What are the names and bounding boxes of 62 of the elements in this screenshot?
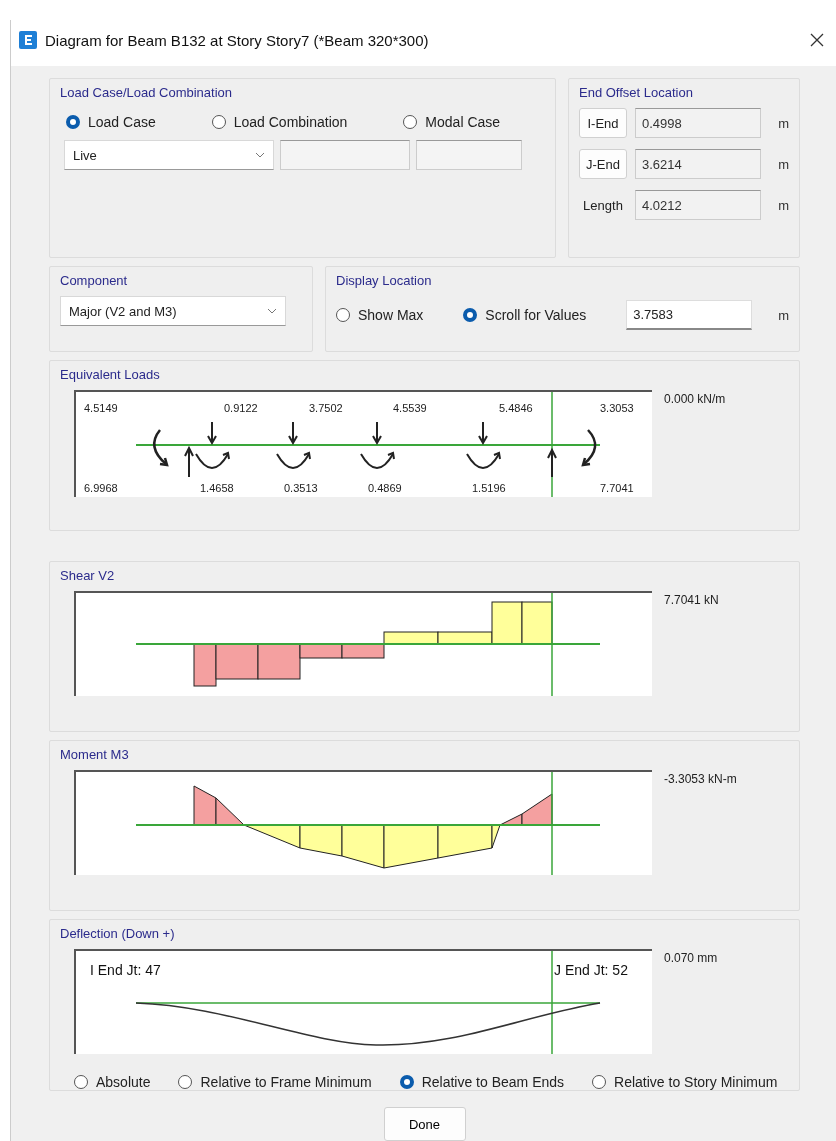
max-value: -3.3053 kN-m bbox=[664, 771, 737, 788]
load-value: 7.7041 bbox=[600, 482, 634, 494]
unit-label: m bbox=[778, 156, 789, 172]
unit-label: m bbox=[778, 115, 789, 131]
group-title: End Offset Location bbox=[579, 85, 693, 100]
joint-label: I End Jt: 47 bbox=[90, 962, 161, 978]
moment-arrow-icon bbox=[581, 429, 597, 467]
load-value: 0.9122 bbox=[224, 402, 258, 414]
radio-option[interactable]: Load Combination bbox=[211, 114, 348, 130]
group-title: Display Location bbox=[336, 273, 432, 288]
offset-field[interactable]: 0.4998 bbox=[635, 108, 761, 138]
load-value: 0.3513 bbox=[284, 482, 318, 494]
load-arrow-icon bbox=[360, 421, 395, 469]
radio-option[interactable]: Relative to Beam Ends bbox=[399, 1074, 565, 1090]
unit-label: m bbox=[778, 307, 789, 323]
radio-option[interactable]: Modal Case bbox=[403, 114, 501, 130]
chevron-down-icon bbox=[255, 152, 265, 158]
group-title: Moment M3 bbox=[60, 747, 129, 762]
radio-option[interactable]: Relative to Frame Minimum bbox=[178, 1074, 372, 1090]
chevron-down-icon bbox=[267, 308, 277, 314]
radio-option[interactable]: Relative to Story Minimum bbox=[592, 1074, 778, 1090]
load-value: 3.3053 bbox=[600, 402, 634, 414]
max-value: 0.000 kN/m bbox=[664, 391, 726, 408]
load-value: 1.5196 bbox=[472, 482, 506, 494]
moment-arrow-icon bbox=[153, 429, 169, 467]
group-title: Equivalent Loads bbox=[60, 367, 160, 382]
end-button[interactable]: J-End bbox=[579, 149, 627, 179]
close-icon[interactable] bbox=[810, 33, 824, 47]
group-title: Component bbox=[60, 273, 128, 288]
group-title: Deflection (Down +) bbox=[60, 926, 175, 941]
load-arrow-icon bbox=[466, 421, 501, 469]
load-value: 0.4869 bbox=[368, 482, 402, 494]
load-value: 5.4846 bbox=[499, 402, 533, 414]
load-value: 1.4658 bbox=[200, 482, 234, 494]
joint-label: J End Jt: 52 bbox=[554, 962, 628, 978]
load-case-dropdown[interactable]: Live bbox=[64, 140, 274, 170]
offset-field[interactable]: 4.0212 bbox=[635, 190, 761, 220]
done-button[interactable]: Done bbox=[383, 1107, 466, 1141]
load-arrow-icon bbox=[195, 421, 230, 469]
window-title: Diagram for Beam B132 at Story Story7 (*Beam 320*300) bbox=[45, 31, 430, 49]
offset-field[interactable]: 3.6214 bbox=[635, 149, 761, 179]
reaction-arrow-icon bbox=[547, 447, 557, 478]
location-input[interactable]: 3.7583 bbox=[626, 300, 753, 330]
load-value: 4.5149 bbox=[84, 402, 118, 414]
radio-option[interactable]: Load Case bbox=[66, 114, 156, 130]
group-title: Load Case/Load Combination bbox=[60, 85, 232, 100]
field-label: Length bbox=[582, 197, 624, 213]
end-button[interactable]: I-End bbox=[579, 108, 627, 138]
load-value: 6.9968 bbox=[84, 482, 118, 494]
reaction-arrow-icon bbox=[184, 445, 194, 478]
radio-option[interactable]: Show Max bbox=[336, 307, 424, 323]
component-dropdown[interactable]: Major (V2 and M3) bbox=[60, 296, 286, 326]
load-value: 4.5539 bbox=[393, 402, 427, 414]
radio-option[interactable]: Absolute bbox=[74, 1074, 151, 1090]
max-value: 0.070 mm bbox=[664, 950, 718, 967]
app-logo-icon bbox=[19, 31, 37, 49]
radio-option[interactable]: Scroll for Values bbox=[463, 307, 587, 323]
unit-label: m bbox=[778, 197, 789, 213]
load-value: 3.7502 bbox=[309, 402, 343, 414]
load-arrow-icon bbox=[276, 421, 311, 469]
group-title: Shear V2 bbox=[60, 568, 115, 583]
max-value: 7.7041 kN bbox=[664, 592, 719, 609]
